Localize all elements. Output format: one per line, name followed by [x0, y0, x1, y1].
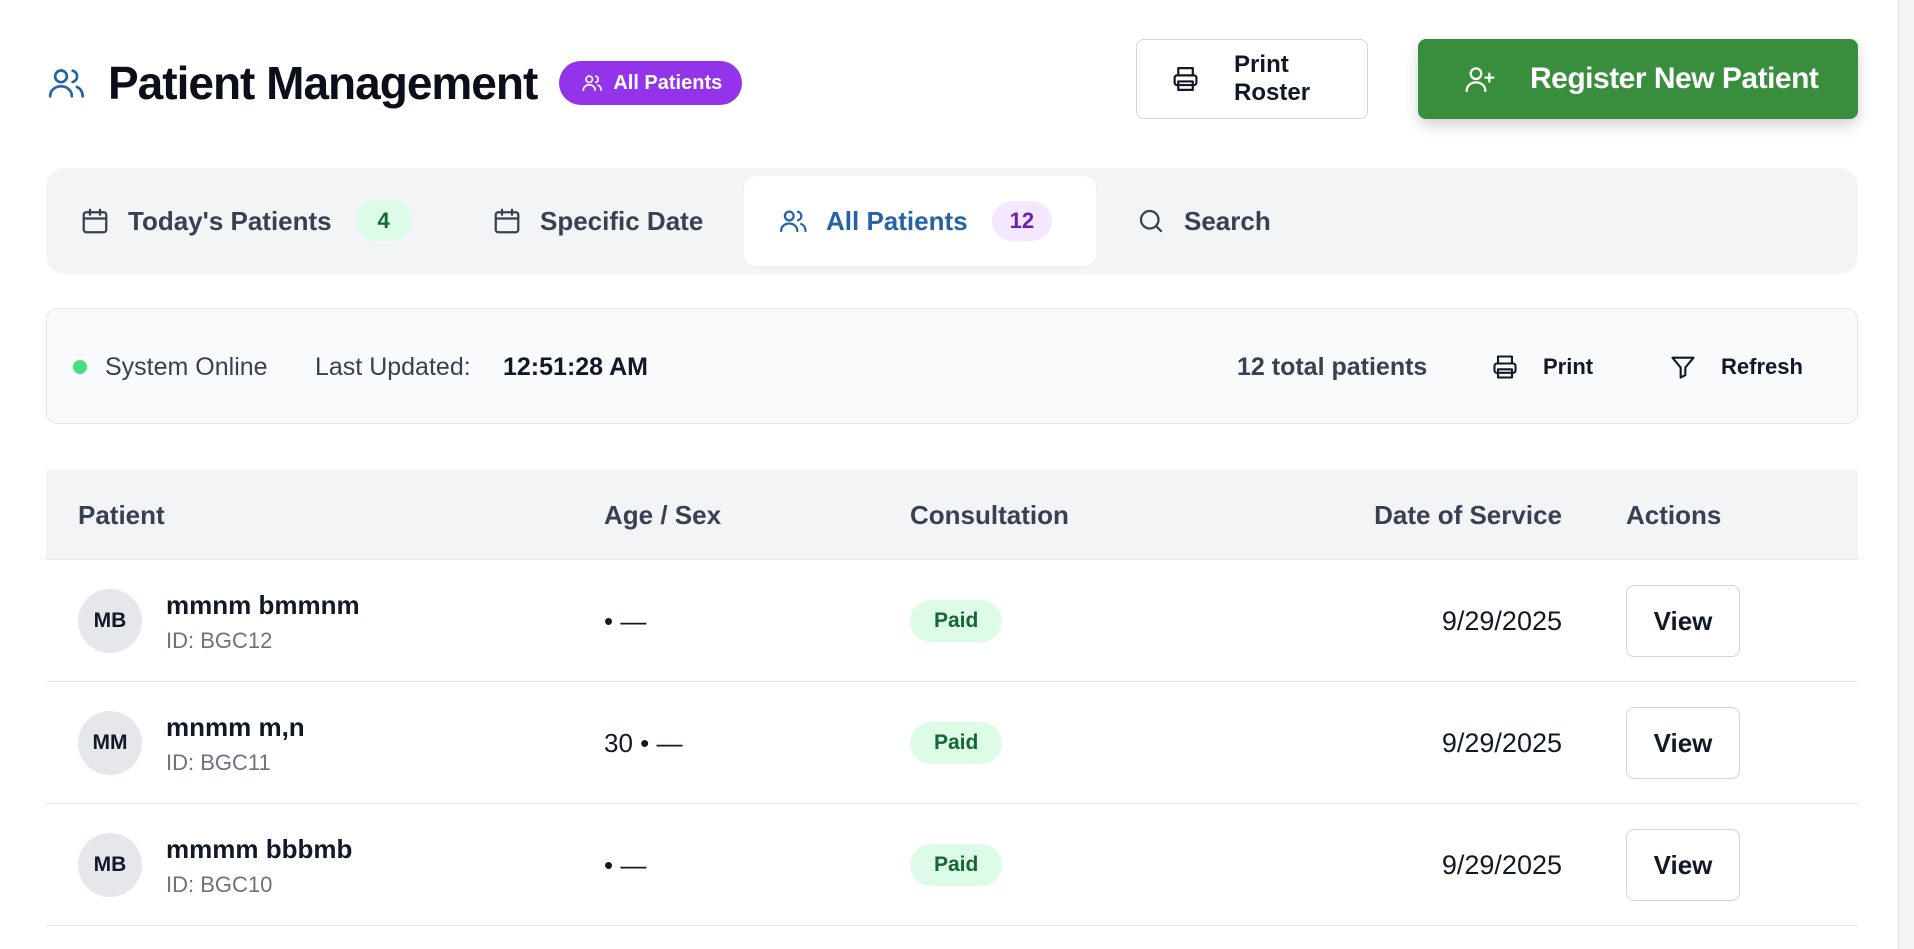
refresh-label: Refresh: [1721, 354, 1803, 379]
tab-label: Today's Patients: [128, 205, 332, 236]
consultation-status-badge: Paid: [910, 844, 1003, 886]
last-updated-time: 12:51:28 AM: [503, 353, 648, 381]
consultation-status-badge: Paid: [910, 600, 1003, 642]
system-status: System Online: [105, 353, 268, 381]
print-label: Print: [1543, 354, 1594, 379]
title-group: Patient Management All Patients: [46, 56, 743, 110]
column-header: Actions: [1626, 500, 1722, 530]
refresh-button[interactable]: Refresh: [1669, 339, 1803, 395]
patient-id: ID: BGC11: [166, 750, 271, 775]
tab-search[interactable]: Search: [1136, 176, 1271, 266]
view-button[interactable]: View: [1626, 585, 1740, 657]
register-new-patient-button[interactable]: Register New Patient: [1418, 39, 1858, 119]
date-of-service: 9/29/2025: [1441, 850, 1562, 880]
date-of-service: 9/29/2025: [1441, 728, 1562, 758]
print-button[interactable]: Print: [1491, 339, 1593, 395]
age-sex: 30 • —: [604, 728, 683, 758]
table-row[interactable]: MB mmnm bmmnm ID: BGC12 • — Paid 9/29/20…: [46, 560, 1858, 682]
tab-label: All Patients: [826, 205, 968, 236]
printer-icon: [1173, 67, 1198, 91]
patient-name: mnmm m,n: [166, 712, 305, 742]
view-button[interactable]: View: [1626, 707, 1740, 779]
page-header: Patient Management All Patients Print Ro…: [46, 36, 1858, 122]
register-label: Register New Patient: [1530, 62, 1819, 95]
online-indicator: [73, 360, 87, 374]
age-sex: • —: [604, 850, 647, 880]
avatar: MB: [78, 589, 142, 653]
table-header: Patient Age / Sex Consultation Date of S…: [46, 470, 1858, 560]
patient-id: ID: BGC10: [166, 872, 273, 897]
patient-view-tabs: Today's Patients 4 Specific Date All Pat…: [46, 168, 1858, 274]
page-title: Patient Management: [108, 57, 538, 109]
patient-id: ID: BGC12: [166, 628, 273, 653]
print-roster-button[interactable]: Print Roster: [1136, 39, 1368, 119]
users-icon: [780, 210, 807, 233]
filter-icon: [1671, 356, 1695, 379]
user-plus-icon: [1465, 67, 1495, 93]
tab-todays-patients[interactable]: Today's Patients 4: [80, 176, 412, 266]
tab-specific-date[interactable]: Specific Date: [492, 176, 703, 266]
patient-name: mmnm bmmnm: [166, 590, 360, 620]
printer-icon: [1493, 355, 1517, 379]
patient-name: mmmm bbbmb: [166, 834, 353, 864]
search-icon: [1139, 209, 1163, 233]
column-header: Patient: [78, 500, 165, 530]
tab-label: Search: [1184, 205, 1271, 236]
patients-table: Patient Age / Sex Consultation Date of S…: [46, 470, 1858, 926]
print-roster-label: Print Roster: [1234, 51, 1311, 106]
avatar: MM: [78, 711, 142, 775]
page-scrollbar[interactable]: [1898, 0, 1914, 949]
total-patients-count: 12 total patients: [1237, 353, 1428, 381]
users-icon: [582, 75, 603, 92]
consultation-status-badge: Paid: [910, 722, 1003, 764]
calendar-icon: [82, 208, 108, 234]
status-bar: System Online Last Updated: 12:51:28 AM …: [46, 308, 1858, 424]
column-header: Date of Service: [1374, 500, 1562, 530]
view-button[interactable]: View: [1626, 829, 1740, 901]
table-row[interactable]: MB mmmm bbbmb ID: BGC10 • — Paid 9/29/20…: [46, 804, 1858, 926]
calendar-icon: [494, 208, 520, 234]
view-badge-label: All Patients: [613, 71, 723, 94]
users-icon: [48, 69, 84, 98]
view-badge: All Patients: [559, 61, 743, 105]
table-row[interactable]: MM mnmm m,n ID: BGC11 30 • — Paid 9/29/2…: [46, 682, 1858, 804]
tab-count-badge: 4: [355, 201, 412, 241]
column-header: Consultation: [910, 500, 1069, 530]
tab-all-patients[interactable]: All Patients 12: [744, 176, 1096, 266]
last-updated-label: Last Updated:: [315, 353, 471, 381]
avatar: MB: [78, 833, 142, 897]
tab-count-badge: 12: [991, 201, 1053, 241]
column-header: Age / Sex: [604, 500, 722, 530]
age-sex: • —: [604, 606, 647, 636]
date-of-service: 9/29/2025: [1441, 606, 1562, 636]
tab-label: Specific Date: [540, 205, 704, 236]
